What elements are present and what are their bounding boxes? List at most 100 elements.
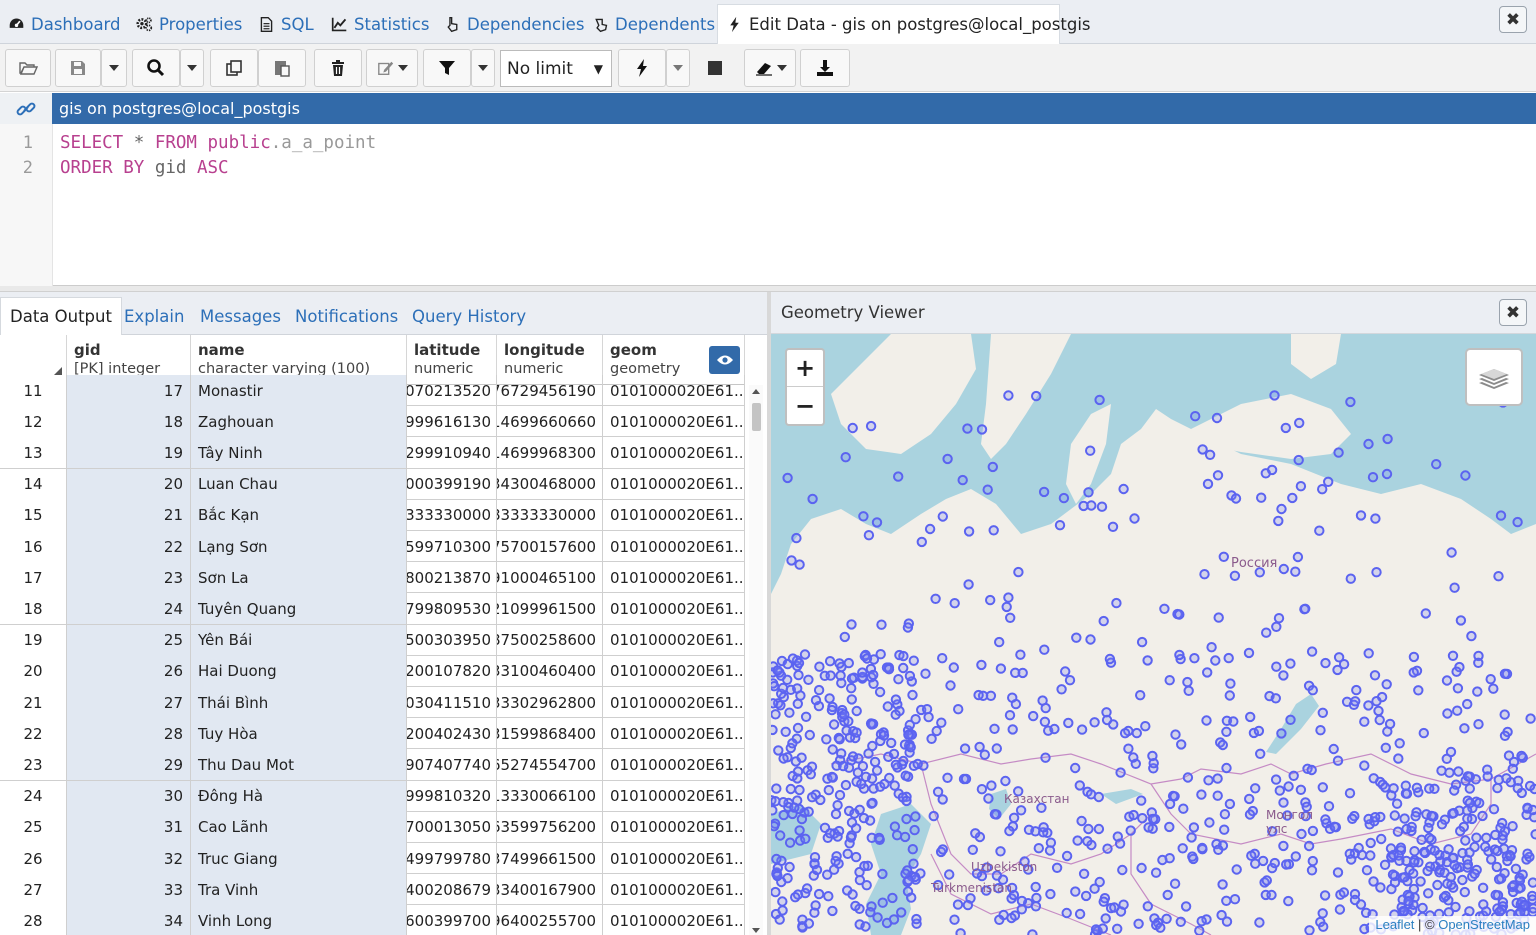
longitude-cell[interactable]: .21099961500 xyxy=(497,593,603,625)
map-point-marker[interactable] xyxy=(1199,569,1210,580)
map-point-marker[interactable] xyxy=(912,758,923,770)
map-point-marker[interactable] xyxy=(976,784,988,795)
map-point-marker[interactable] xyxy=(1125,825,1136,836)
row-number-cell[interactable]: 19 xyxy=(0,624,67,656)
map-point-marker[interactable] xyxy=(1392,826,1404,837)
map-point-marker[interactable] xyxy=(1317,908,1328,919)
map-point-marker[interactable] xyxy=(959,743,971,754)
table-row[interactable]: 2329Thu Dau Mot5907407740.65274554700010… xyxy=(0,749,745,781)
map-point-marker[interactable] xyxy=(991,743,1003,754)
map-point-marker[interactable] xyxy=(1083,487,1094,498)
map-point-marker[interactable] xyxy=(793,657,805,669)
map-point-marker[interactable] xyxy=(792,698,803,709)
map-point-marker[interactable] xyxy=(1381,468,1393,480)
map-point-marker[interactable] xyxy=(1015,649,1026,660)
map-point-marker[interactable] xyxy=(1443,844,1454,855)
map-point-marker[interactable] xyxy=(1373,705,1384,717)
map-point-marker[interactable] xyxy=(987,461,999,473)
delete-rows-button[interactable] xyxy=(314,49,362,87)
map-point-marker[interactable] xyxy=(1224,798,1236,810)
map-point-marker[interactable] xyxy=(1499,709,1510,720)
map-point-marker[interactable] xyxy=(1082,836,1093,847)
map-point-marker[interactable] xyxy=(904,670,916,682)
map-point-marker[interactable] xyxy=(1180,901,1192,912)
map-point-marker[interactable] xyxy=(1420,608,1431,619)
map-point-marker[interactable] xyxy=(1344,788,1356,799)
longitude-cell[interactable]: .33100460400 xyxy=(497,655,603,687)
map-point-marker[interactable] xyxy=(1441,675,1453,686)
map-point-marker[interactable] xyxy=(1522,848,1533,859)
gid-cell[interactable]: 22 xyxy=(67,531,191,562)
map-point-marker[interactable] xyxy=(1393,753,1404,764)
name-cell[interactable]: Tuy Hòa xyxy=(191,718,407,750)
map-point-marker[interactable] xyxy=(1419,846,1430,858)
map-point-marker[interactable] xyxy=(1093,791,1104,803)
map-point-marker[interactable] xyxy=(1432,879,1443,891)
map-point-marker[interactable] xyxy=(1039,644,1050,655)
map-point-marker[interactable] xyxy=(908,655,920,666)
map-point-marker[interactable] xyxy=(1170,729,1181,740)
name-cell[interactable]: Bắc Kạn xyxy=(191,499,407,531)
map-point-marker[interactable] xyxy=(801,883,813,894)
map-point-marker[interactable] xyxy=(1030,826,1041,837)
scroll-up-icon[interactable] xyxy=(752,389,760,394)
open-file-button[interactable] xyxy=(5,49,51,87)
map-point-marker[interactable] xyxy=(1363,648,1374,659)
map-point-marker[interactable] xyxy=(1074,908,1086,920)
map-point-marker[interactable] xyxy=(1490,889,1501,901)
map-point-marker[interactable] xyxy=(1460,470,1471,481)
map-point-marker[interactable] xyxy=(803,674,814,685)
map-point-marker[interactable] xyxy=(1223,652,1234,664)
grid-vertical-scrollbar[interactable] xyxy=(749,385,763,935)
map-point-marker[interactable] xyxy=(858,812,870,824)
map-point-marker[interactable] xyxy=(960,773,972,785)
map-point-marker[interactable] xyxy=(771,886,781,898)
map-point-marker[interactable] xyxy=(1157,854,1168,866)
save-file-button[interactable] xyxy=(55,49,101,87)
map-point-marker[interactable] xyxy=(1355,510,1367,521)
map-point-marker[interactable] xyxy=(1281,859,1292,870)
gid-cell[interactable]: 30 xyxy=(67,780,191,812)
map-point-marker[interactable] xyxy=(1273,613,1285,624)
name-cell[interactable]: Truc Giang xyxy=(191,843,407,874)
table-row[interactable]: 1319Tây Ninh2299910940.14699968300010100… xyxy=(0,437,745,469)
map-point-marker[interactable] xyxy=(1389,810,1400,821)
map-point-marker[interactable] xyxy=(1462,771,1474,782)
geom-cell[interactable]: 0101000020E61... xyxy=(603,811,745,843)
map-point-marker[interactable] xyxy=(1403,896,1414,907)
map-point-marker[interactable] xyxy=(1140,721,1151,732)
map-point-marker[interactable] xyxy=(1382,433,1393,445)
map-point-marker[interactable] xyxy=(1013,566,1024,578)
map-point-marker[interactable] xyxy=(878,730,890,741)
map-point-marker[interactable] xyxy=(794,784,805,796)
map-point-marker[interactable] xyxy=(1004,825,1015,837)
map-point-marker[interactable] xyxy=(896,907,907,918)
latitude-cell[interactable]: 5907407740 xyxy=(407,749,497,781)
map-point-marker[interactable] xyxy=(1394,855,1405,866)
latitude-cell[interactable]: 4999810320 xyxy=(407,780,497,812)
map-point-marker[interactable] xyxy=(898,650,909,662)
map-point-marker[interactable] xyxy=(1271,621,1282,632)
geom-cell[interactable]: 0101000020E61... xyxy=(603,874,745,906)
table-row[interactable]: 2733Tra Vinh3400208679.33400167900010100… xyxy=(0,874,745,906)
row-number-cell[interactable]: 12 xyxy=(0,406,67,438)
map-point-marker[interactable] xyxy=(1391,798,1403,809)
geom-cell[interactable]: 0101000020E61... xyxy=(603,718,745,750)
map-point-marker[interactable] xyxy=(1123,743,1134,754)
longitude-cell[interactable]: .91000465100 xyxy=(497,562,603,594)
map-point-marker[interactable] xyxy=(1115,767,1126,778)
map-point-marker[interactable] xyxy=(834,658,845,669)
map-point-marker[interactable] xyxy=(1491,861,1502,873)
map-point-marker[interactable] xyxy=(1135,690,1146,701)
map-point-marker[interactable] xyxy=(1338,659,1350,670)
map-point-marker[interactable] xyxy=(976,424,988,435)
map-point-marker[interactable] xyxy=(806,792,818,803)
map-point-marker[interactable] xyxy=(1085,445,1096,456)
tab-edit-data[interactable]: Edit Data - gis on postgres@local_postgi… xyxy=(717,4,1091,44)
map-point-marker[interactable] xyxy=(1353,842,1364,854)
map-point-marker[interactable] xyxy=(1243,647,1255,659)
map-point-marker[interactable] xyxy=(1159,603,1170,614)
map-point-marker[interactable] xyxy=(803,806,814,817)
map-point-marker[interactable] xyxy=(1107,521,1119,533)
map-point-marker[interactable] xyxy=(1350,696,1361,707)
